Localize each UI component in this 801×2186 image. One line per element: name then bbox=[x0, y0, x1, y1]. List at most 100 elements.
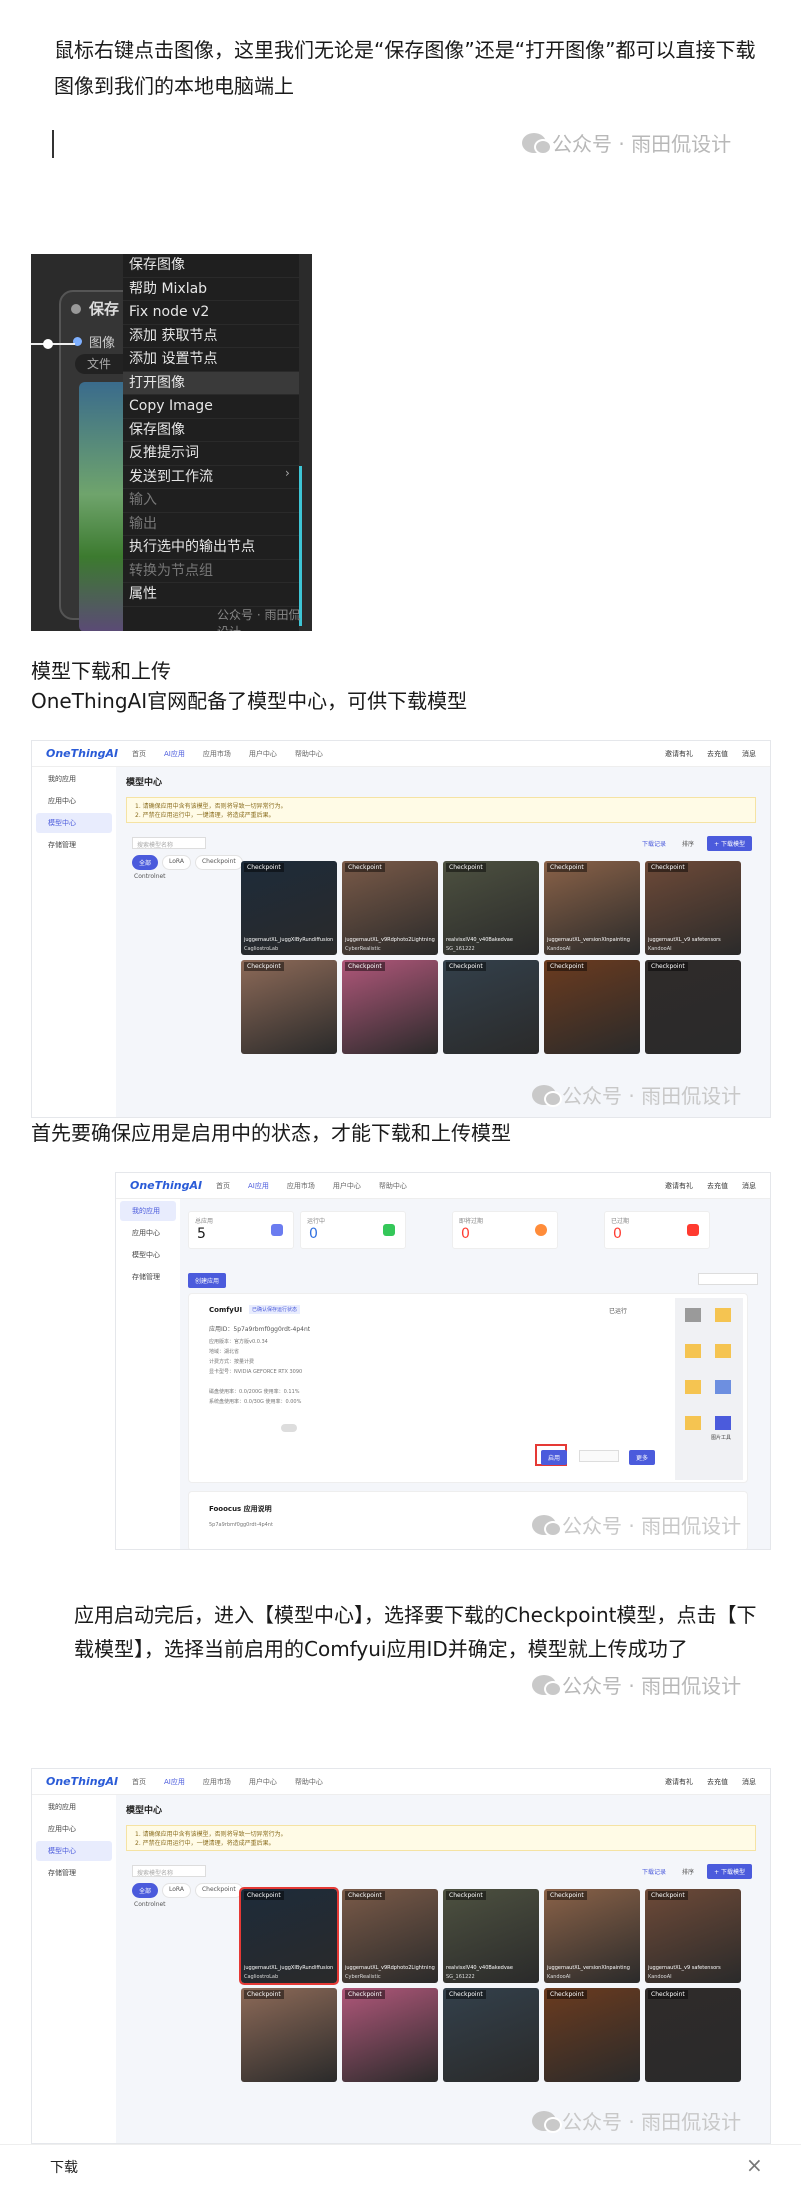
nav-market[interactable]: 应用市场 bbox=[203, 749, 231, 759]
menu-item-execute-selected[interactable]: 执行选中的输出节点 bbox=[123, 536, 299, 560]
model-card[interactable]: Checkpoint bbox=[241, 960, 337, 1054]
tag-all[interactable]: 全部 bbox=[132, 1883, 159, 1898]
menu-item-add-set-node[interactable]: 添加 设置节点 bbox=[123, 348, 299, 372]
sidebar-item-app-center[interactable]: 应用中心 bbox=[36, 1819, 112, 1839]
menu-item-fix-node[interactable]: Fix node v2 bbox=[123, 301, 299, 325]
nav-home[interactable]: 首页 bbox=[132, 1777, 146, 1787]
menu-item-properties[interactable]: 属性 bbox=[123, 583, 299, 607]
menu-item-reverse-prompt[interactable]: 反推提示词 bbox=[123, 442, 299, 466]
model-card[interactable]: Checkpoint juggernautXL_v9Rdphoto2Lightni… bbox=[342, 1889, 438, 1983]
model-card[interactable]: Checkpoint bbox=[342, 960, 438, 1054]
search-input[interactable]: 搜索模型名称 bbox=[132, 1865, 206, 1877]
recharge-link[interactable]: 去充值 bbox=[707, 749, 728, 759]
folder-icon[interactable] bbox=[715, 1344, 731, 1358]
model-card[interactable]: Checkpoint bbox=[443, 1988, 539, 2082]
menu-item-send-to-workflow[interactable]: 发送到工作流 bbox=[123, 466, 299, 489]
close-icon[interactable]: × bbox=[746, 2153, 763, 2177]
model-card[interactable]: Checkpoint bbox=[544, 1988, 640, 2082]
sidebar-item-storage[interactable]: 存储管理 bbox=[36, 1863, 112, 1883]
model-card[interactable]: Checkpoint juggernautXL_versionXInpaintin… bbox=[544, 1889, 640, 1983]
model-card[interactable]: Checkpoint bbox=[645, 1988, 741, 2082]
download-records-link[interactable]: 下载记录 bbox=[642, 1867, 666, 1876]
messages-link[interactable]: 消息 bbox=[742, 1181, 756, 1191]
nav-help[interactable]: 帮助中心 bbox=[295, 749, 323, 759]
download-model-button[interactable]: + 下载模型 bbox=[707, 1864, 752, 1879]
invite-link[interactable]: 邀请有礼 bbox=[665, 1181, 693, 1191]
menu-item-add-get-node[interactable]: 添加 获取节点 bbox=[123, 325, 299, 348]
menu-item-save-image-header[interactable]: 保存图像 bbox=[123, 254, 299, 278]
model-card[interactable]: Checkpoint juggernautXL_v9 safetensors Kan… bbox=[645, 1889, 741, 1983]
sidebar-item-model-center[interactable]: 模型中心 bbox=[120, 1245, 176, 1265]
tag-lora[interactable]: LoRA bbox=[162, 855, 191, 870]
nav-home[interactable]: 首页 bbox=[216, 1181, 230, 1191]
model-card[interactable]: Checkpoint realvisxlV40_v40Bakedvae SG_161… bbox=[443, 1889, 539, 1983]
download-records-link[interactable]: 下载记录 bbox=[642, 839, 666, 848]
nav-user[interactable]: 用户中心 bbox=[249, 749, 277, 759]
menu-item-copy-image[interactable]: Copy Image bbox=[123, 395, 299, 419]
nav-ai-apps[interactable]: AI应用 bbox=[248, 1181, 269, 1191]
invite-link[interactable]: 邀请有礼 bbox=[665, 1777, 693, 1787]
tag-checkpoint[interactable]: Checkpoint bbox=[194, 855, 243, 870]
image-tool-icon[interactable] bbox=[715, 1380, 731, 1394]
folder-icon[interactable] bbox=[685, 1344, 701, 1358]
sidebar-item-my-apps[interactable]: 我的应用 bbox=[36, 1797, 112, 1817]
sort-select[interactable]: 排序 bbox=[682, 839, 694, 848]
messages-link[interactable]: 消息 bbox=[742, 1777, 756, 1787]
sort-select[interactable]: 排序 bbox=[682, 1867, 694, 1876]
invite-link[interactable]: 邀请有礼 bbox=[665, 749, 693, 759]
nav-home[interactable]: 首页 bbox=[132, 749, 146, 759]
sidebar-item-model-center[interactable]: 模型中心 bbox=[36, 813, 112, 833]
recharge-link[interactable]: 去充值 bbox=[707, 1777, 728, 1787]
sidebar-item-my-apps[interactable]: 我的应用 bbox=[120, 1201, 176, 1221]
sidebar-item-model-center[interactable]: 模型中心 bbox=[36, 1841, 112, 1861]
model-card[interactable]: Checkpoint juggernautXL_juggXIByRundiffus… bbox=[239, 1887, 339, 1985]
logo[interactable]: OneThingAI bbox=[46, 1775, 118, 1788]
toggle-switch[interactable] bbox=[281, 1424, 297, 1432]
launch-button[interactable]: 启用 bbox=[541, 1450, 568, 1465]
nav-user[interactable]: 用户中心 bbox=[249, 1777, 277, 1787]
sidebar-item-app-center[interactable]: 应用中心 bbox=[36, 791, 112, 811]
tag-controlnet[interactable]: Controlnet bbox=[134, 873, 166, 880]
tag-all[interactable]: 全部 bbox=[132, 855, 159, 870]
nav-market[interactable]: 应用市场 bbox=[287, 1181, 315, 1191]
menu-item-help-mixlab[interactable]: 帮助 Mixlab bbox=[123, 278, 299, 301]
logo[interactable]: OneThingAI bbox=[130, 1179, 202, 1192]
model-card[interactable]: Checkpoint juggernautXL_v9 safetensors Kan… bbox=[645, 861, 741, 955]
nav-market[interactable]: 应用市场 bbox=[203, 1777, 231, 1787]
sidebar-item-app-center[interactable]: 应用中心 bbox=[120, 1223, 176, 1243]
model-card[interactable]: Checkpoint bbox=[544, 960, 640, 1054]
folder-icon[interactable] bbox=[685, 1380, 701, 1394]
model-card[interactable]: Checkpoint juggernautXL_versionXInpaintin… bbox=[544, 861, 640, 955]
nav-user[interactable]: 用户中心 bbox=[333, 1181, 361, 1191]
model-card[interactable]: Checkpoint juggernautXL_juggXIByRundiffus… bbox=[241, 861, 337, 955]
tag-checkpoint[interactable]: Checkpoint bbox=[194, 1883, 243, 1898]
folder-icon[interactable] bbox=[685, 1416, 701, 1430]
sidebar-item-my-apps[interactable]: 我的应用 bbox=[36, 769, 112, 789]
messages-link[interactable]: 消息 bbox=[742, 749, 756, 759]
tag-lora[interactable]: LoRA bbox=[162, 1883, 191, 1898]
more-button[interactable]: 更多 bbox=[629, 1450, 656, 1465]
model-card[interactable]: Checkpoint bbox=[645, 960, 741, 1054]
folder-icon[interactable] bbox=[715, 1308, 731, 1322]
download-model-button[interactable]: + 下载模型 bbox=[707, 836, 752, 851]
nav-help[interactable]: 帮助中心 bbox=[379, 1181, 407, 1191]
model-card[interactable]: Checkpoint bbox=[342, 1988, 438, 2082]
grid-icon[interactable] bbox=[715, 1416, 731, 1430]
recharge-link[interactable]: 去充值 bbox=[707, 1181, 728, 1191]
model-card[interactable]: Checkpoint bbox=[443, 960, 539, 1054]
sidebar-item-storage[interactable]: 存储管理 bbox=[36, 835, 112, 855]
search-input[interactable]: 搜索模型名称 bbox=[132, 837, 206, 849]
tag-controlnet[interactable]: Controlnet bbox=[134, 1901, 166, 1908]
menu-item-open-image[interactable]: 打开图像 bbox=[123, 371, 299, 395]
create-app-button[interactable]: 创建应用 bbox=[188, 1273, 227, 1288]
model-card[interactable]: Checkpoint juggernautXL_v9Rdphoto2Lightni… bbox=[342, 861, 438, 955]
model-card[interactable]: Checkpoint realvisxlV40_v40Bakedvae SG_161… bbox=[443, 861, 539, 955]
restart-button[interactable] bbox=[579, 1450, 619, 1462]
app-search-input[interactable] bbox=[698, 1273, 758, 1285]
nav-ai-apps[interactable]: AI应用 bbox=[164, 1777, 185, 1787]
nav-ai-apps[interactable]: AI应用 bbox=[164, 749, 185, 759]
logo[interactable]: OneThingAI bbox=[46, 747, 118, 760]
webui-icon[interactable] bbox=[685, 1308, 701, 1322]
menu-item-save-image[interactable]: 保存图像 bbox=[123, 419, 299, 442]
sidebar-item-storage[interactable]: 存储管理 bbox=[120, 1267, 176, 1287]
